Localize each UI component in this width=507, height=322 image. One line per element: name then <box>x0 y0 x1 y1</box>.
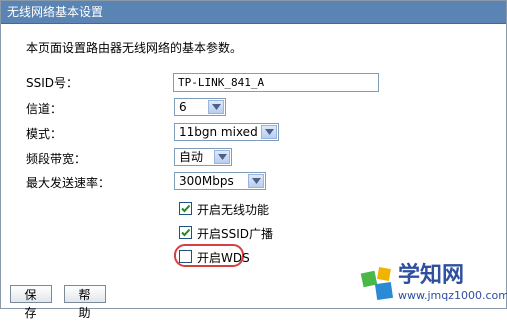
watermark-url: www.jmqz1000.com <box>398 289 507 302</box>
channel-label: 信道： <box>26 102 63 116</box>
max-rate-value: 300Mbps <box>179 174 234 188</box>
ssid-broadcast-checkbox[interactable] <box>179 226 192 239</box>
max-rate-label: 最大发送速率： <box>26 176 111 190</box>
chevron-down-icon <box>214 150 230 164</box>
wireless-checkbox[interactable] <box>179 202 192 215</box>
help-button[interactable]: 帮 助 <box>64 285 106 320</box>
wds-checkbox-label: 开启WDS <box>197 251 250 265</box>
bandwidth-select[interactable]: 自动 <box>174 148 232 166</box>
chevron-down-icon <box>248 174 264 188</box>
channel-select[interactable]: 6 <box>174 98 226 116</box>
chevron-down-icon <box>208 100 224 114</box>
watermark-logo: 学知网 www.jmqz1000.com <box>358 262 507 306</box>
bandwidth-label: 频段带宽： <box>26 152 87 166</box>
mode-label: 模式： <box>26 127 63 141</box>
watermark-name: 学知网 <box>398 262 465 288</box>
panel-title: 无线网络基本设置 <box>1 1 506 24</box>
wireless-checkbox-label: 开启无线功能 <box>197 203 270 217</box>
max-rate-select[interactable]: 300Mbps <box>174 172 266 190</box>
ssid-label: SSID号： <box>26 76 79 90</box>
wds-checkbox[interactable] <box>179 250 192 263</box>
page-description: 本页面设置路由器无线网络的基本参数。 <box>26 41 243 55</box>
mode-value: 11bgn mixed <box>179 125 258 139</box>
ssid-input[interactable]: TP-LINK_841_A <box>173 73 379 92</box>
watermark-emblem-icon <box>360 267 394 301</box>
mode-select[interactable]: 11bgn mixed <box>174 123 279 141</box>
chevron-down-icon <box>261 125 277 139</box>
bandwidth-value: 自动 <box>179 150 204 164</box>
settings-panel: 无线网络基本设置 本页面设置路由器无线网络的基本参数。 SSID号： TP-LI… <box>0 0 507 320</box>
ssid-broadcast-label: 开启SSID广播 <box>197 227 274 241</box>
save-button[interactable]: 保 存 <box>10 285 52 320</box>
channel-value: 6 <box>179 100 187 114</box>
